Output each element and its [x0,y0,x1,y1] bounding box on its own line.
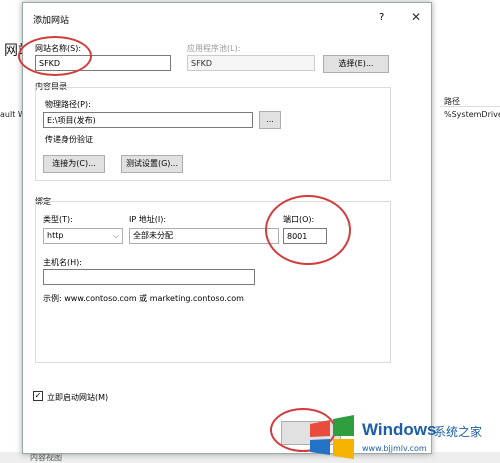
ip-address-select[interactable]: 全部未分配 ⌵ [129,228,290,244]
help-button[interactable]: ? [379,12,384,23]
watermark-brand-cn: 系统之家 [434,425,483,439]
autostart-checkbox[interactable]: ✓ [33,391,43,401]
type-select[interactable]: http ⌵ [43,228,123,244]
watermark-brand: Windows [362,420,437,439]
hostname-input[interactable] [43,269,255,285]
watermark: Windows 系统之家 www.bjjmlv.com [296,408,500,463]
add-website-dialog: 添加网站 ? ✕ 网站名称(S): SFKD 应用程序池(L): SFKD 选择… [22,2,432,454]
connect-as-button[interactable]: 连接为(C)... [43,155,105,173]
passthrough-auth-label: 传递身份验证 [45,135,93,144]
test-settings-button[interactable]: 测试设置(G)... [121,155,183,173]
type-value: http [47,231,64,240]
app-pool-input: SFKD [187,55,315,71]
windows-logo-icon [310,415,354,459]
background-path-cell: %SystemDrive [444,110,500,119]
ip-address-value: 全部未分配 [133,231,173,240]
physical-path-label: 物理路径(P): [45,100,91,109]
port-highlight [265,195,351,265]
dialog-title: 添加网站 [33,16,70,26]
type-label: 类型(T): [43,215,73,224]
autostart-label: 立即启动网站(M) [47,393,109,402]
hostname-example-text: 示例: www.contoso.com 或 marketing.contoso.… [43,294,244,303]
background-path-header: 路径 [444,97,460,106]
chevron-down-icon: ⌵ [112,231,119,240]
close-icon[interactable]: ✕ [411,10,421,24]
ip-address-label: IP 地址(I): [129,215,167,224]
browse-button[interactable]: ... [259,111,281,129]
app-pool-label: 应用程序池(L): [187,44,241,53]
hostname-label: 主机名(H): [43,258,82,267]
physical-path-input[interactable]: E:\项目(发布) [43,112,253,128]
watermark-url: www.bjjmlv.com [362,444,427,453]
select-app-pool-button[interactable]: 选择(E)... [323,55,389,73]
site-name-highlight [18,36,92,76]
